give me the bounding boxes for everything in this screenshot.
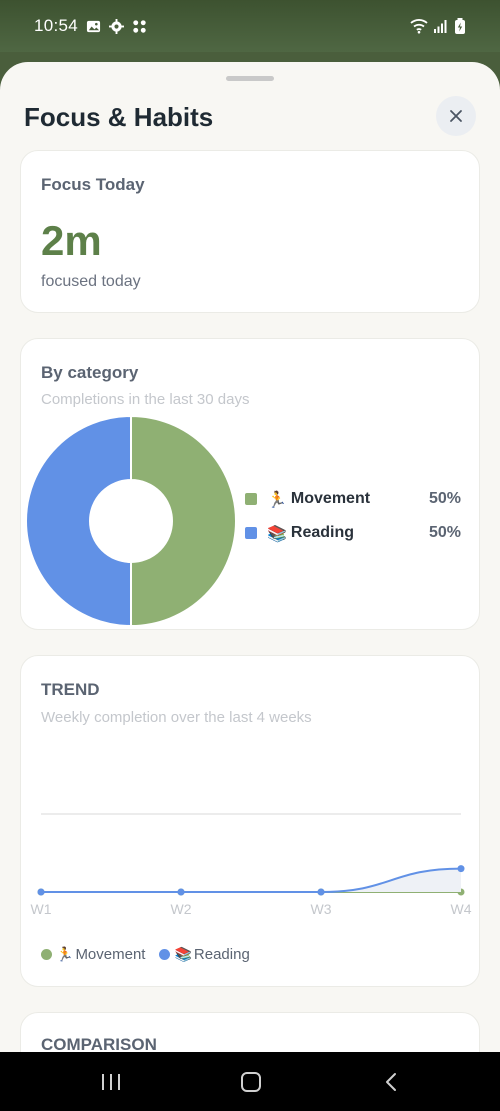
trend-card-title: TREND: [41, 680, 100, 699]
x-tick-label: W3: [311, 901, 332, 917]
status-left: 10:54: [34, 16, 147, 36]
books-icon: 📚: [174, 946, 192, 963]
focus-label: focused today: [41, 273, 141, 290]
close-button[interactable]: [436, 96, 476, 136]
category-card-subtitle: Completions in the last 30 days: [41, 391, 250, 408]
legend-dot: [159, 949, 171, 960]
status-bar: 10:54: [0, 0, 500, 52]
data-point: [37, 888, 45, 896]
page-title: Focus & Habits: [24, 102, 214, 132]
close-icon: [450, 110, 462, 122]
category-card: By category Completions in the last 30 d…: [20, 338, 480, 630]
back-icon[interactable]: [384, 1072, 398, 1092]
battery-icon: [455, 18, 465, 34]
trend-legend: 🏃 Movement 📚 Reading: [41, 946, 264, 963]
home-icon[interactable]: [240, 1071, 262, 1093]
legend-name: Reading: [290, 524, 355, 541]
legend-name: Reading: [193, 946, 250, 963]
recents-icon[interactable]: [100, 1073, 122, 1091]
wifi-icon: [410, 19, 428, 34]
navigation-bar: [0, 1052, 500, 1111]
status-right: [410, 18, 466, 34]
bottom-sheet: Focus & Habits Focus Today 2m focused to…: [0, 62, 500, 1052]
books-icon: 📚: [267, 523, 287, 543]
trend-legend-movement: 🏃 Movement: [41, 946, 145, 963]
data-point: [317, 888, 325, 896]
trend-card: TREND Weekly completion over the last 4 …: [20, 655, 480, 987]
category-donut-chart: [25, 415, 237, 627]
trend-legend-reading: 📚 Reading: [159, 946, 250, 963]
running-icon: 🏃: [56, 946, 74, 963]
legend-item-movement: 🏃 Movement 50%: [245, 488, 461, 510]
trend-line-chart: W1 W2 W3 W4: [31, 813, 472, 917]
data-point: [177, 888, 185, 896]
x-tick-label: W2: [171, 901, 192, 917]
legend-percent: 50%: [428, 490, 461, 507]
legend-item-reading: 📚 Reading 50%: [245, 522, 461, 544]
running-icon: 🏃: [267, 489, 287, 509]
category-card-title: By category: [41, 363, 139, 382]
settings-icon: [109, 18, 125, 34]
focus-card-title: Focus Today: [41, 175, 145, 194]
trend-card-subtitle: Weekly completion over the last 4 weeks: [41, 709, 312, 726]
legend-dot: [41, 949, 52, 960]
comparison-card: COMPARISON: [20, 1012, 480, 1052]
focus-value: 2m: [41, 217, 102, 264]
comparison-card-title: COMPARISON: [41, 1035, 157, 1052]
donut-slice-movement: [130, 415, 237, 627]
signal-icon: [434, 20, 447, 33]
x-tick-label: W4: [451, 901, 472, 917]
area-fill-1: [41, 868, 461, 892]
drag-handle[interactable]: [226, 76, 274, 81]
data-point: [457, 865, 465, 873]
legend-swatch: [245, 493, 257, 505]
legend-percent: 50%: [428, 524, 461, 541]
status-time: 10:54: [34, 16, 79, 35]
x-tick-label: W1: [31, 901, 52, 917]
apps-icon: [133, 19, 146, 33]
legend-name: Movement: [290, 490, 371, 507]
legend-swatch: [245, 527, 257, 539]
legend-name: Movement: [75, 946, 146, 963]
focus-today-card: Focus Today 2m focused today: [20, 150, 480, 313]
donut-slice-reading: [25, 415, 132, 627]
image-icon: [86, 20, 101, 32]
